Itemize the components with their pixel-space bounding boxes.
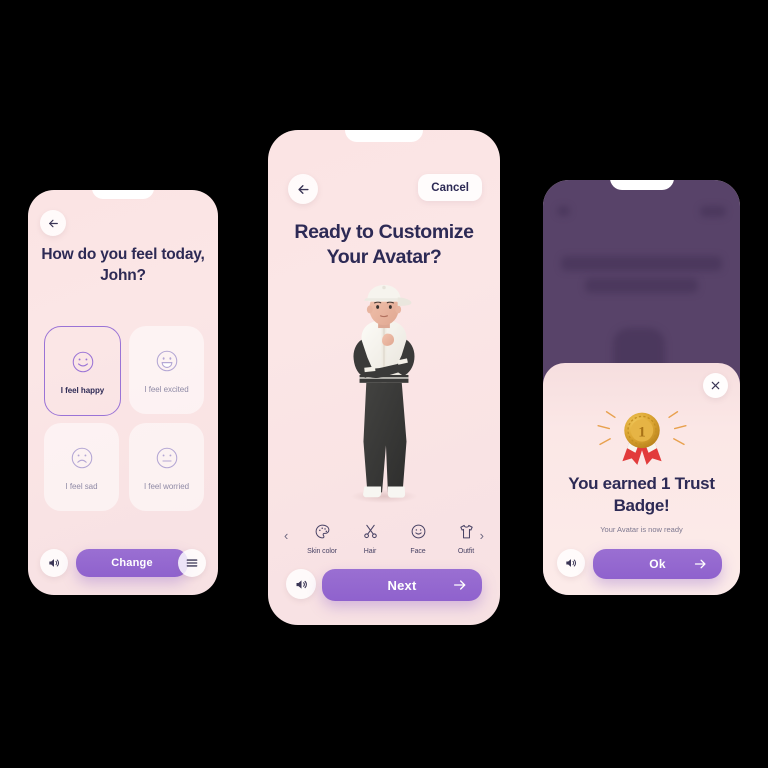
arrow-right-icon bbox=[454, 580, 466, 590]
reward-subtitle: Your Avatar is now ready bbox=[600, 525, 683, 534]
phone-notch bbox=[609, 180, 674, 190]
phone-notch bbox=[92, 190, 154, 199]
sound-button[interactable] bbox=[286, 569, 316, 599]
category-hair[interactable]: Hair bbox=[346, 520, 394, 555]
ok-button-label: Ok bbox=[649, 557, 666, 571]
customize-category-bar: ‹ Skin color Hair Face Outfit › bbox=[268, 520, 500, 568]
close-button[interactable] bbox=[703, 373, 728, 398]
bottom-action-bar: Next bbox=[268, 569, 500, 601]
back-button[interactable] bbox=[288, 174, 318, 204]
close-x-icon bbox=[711, 381, 720, 390]
arrow-left-icon bbox=[297, 184, 309, 194]
arrow-left-icon bbox=[48, 219, 58, 227]
scissors-icon bbox=[346, 520, 394, 542]
change-button[interactable]: Change bbox=[76, 549, 188, 577]
badge-illustration: 1 bbox=[543, 405, 740, 467]
avatar-illustration bbox=[268, 285, 500, 510]
arrow-right-icon bbox=[694, 559, 706, 569]
blurred-title-line-1 bbox=[561, 256, 722, 271]
ok-button[interactable]: Ok bbox=[593, 549, 722, 579]
phone-mockup-customize-screen: Cancel Ready to Customize Your Avatar? ‹… bbox=[268, 130, 500, 625]
phone-mockup-mood-screen: How do you feel today, John? I feel happ… bbox=[28, 190, 218, 595]
blurred-cancel-button bbox=[700, 206, 726, 217]
reward-modal-sheet: 1 You earned 1 Trust Badge! Your Avatar … bbox=[543, 363, 740, 595]
mood-card-happy[interactable]: I feel happy bbox=[44, 326, 121, 416]
next-button[interactable]: Next bbox=[322, 569, 482, 601]
category-label: Skin color bbox=[307, 548, 337, 555]
speaker-icon bbox=[49, 559, 60, 567]
phone-mockup-reward-screen: 1 You earned 1 Trust Badge! Your Avatar … bbox=[543, 180, 740, 595]
sound-button[interactable] bbox=[40, 549, 68, 577]
palette-icon bbox=[298, 520, 346, 542]
smiley-excited-icon bbox=[156, 350, 177, 372]
prev-category-button[interactable]: ‹ bbox=[284, 528, 288, 543]
mood-card-worried[interactable]: I feel worried bbox=[129, 423, 204, 511]
category-label: Outfit bbox=[457, 548, 475, 555]
sound-button[interactable] bbox=[557, 549, 585, 577]
next-category-button[interactable]: › bbox=[480, 528, 484, 543]
blurred-back-button bbox=[557, 206, 570, 216]
mood-label: I feel excited bbox=[144, 385, 189, 394]
reward-title: You earned 1 Trust Badge! bbox=[568, 474, 715, 516]
next-button-label: Next bbox=[387, 577, 417, 593]
mood-label: I feel happy bbox=[60, 386, 105, 395]
bottom-action-bar: Change bbox=[28, 549, 218, 579]
screenshot-canvas: How do you feel today, John? I feel happ… bbox=[0, 0, 768, 768]
category-label: Face bbox=[410, 548, 426, 555]
mood-label: I feel worried bbox=[143, 482, 190, 491]
phone-notch bbox=[345, 130, 423, 142]
mood-label: I feel sad bbox=[65, 482, 98, 491]
smiley-face-icon bbox=[394, 520, 442, 542]
back-button[interactable] bbox=[40, 210, 66, 236]
category-skin-color[interactable]: Skin color bbox=[298, 520, 346, 555]
page-title: How do you feel today, John? bbox=[41, 246, 205, 284]
badge-number: 1 bbox=[638, 424, 645, 440]
speaker-icon bbox=[296, 579, 307, 589]
speaker-icon bbox=[566, 559, 577, 567]
page-title: Ready to Customize Your Avatar? bbox=[294, 221, 474, 268]
category-face[interactable]: Face bbox=[394, 520, 442, 555]
hamburger-menu-icon bbox=[186, 559, 198, 567]
mood-card-sad[interactable]: I feel sad bbox=[44, 423, 119, 511]
blurred-title-line-2 bbox=[585, 278, 698, 293]
cancel-button[interactable]: Cancel bbox=[418, 174, 482, 201]
smiley-sad-icon bbox=[71, 447, 92, 469]
smiley-neutral-icon bbox=[156, 447, 177, 469]
smiley-happy-icon bbox=[72, 351, 93, 373]
award-medal-icon: 1 bbox=[596, 411, 687, 465]
3d-avatar-character bbox=[350, 285, 418, 504]
mood-card-excited[interactable]: I feel excited bbox=[129, 326, 204, 414]
category-label: Hair bbox=[363, 548, 377, 555]
bottom-action-bar: Ok bbox=[543, 549, 740, 579]
menu-button[interactable] bbox=[178, 549, 206, 577]
